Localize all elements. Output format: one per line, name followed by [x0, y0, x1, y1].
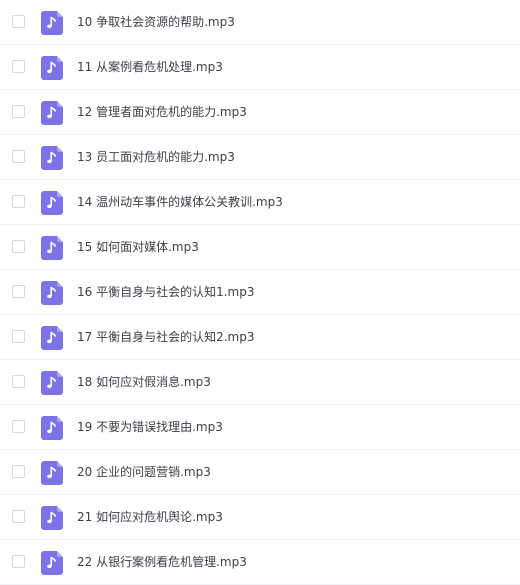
- file-name[interactable]: 22 从银行案例看危机管理.mp3: [77, 553, 247, 571]
- row-checkbox[interactable]: [12, 420, 25, 433]
- audio-file-icon: [41, 191, 63, 215]
- file-name[interactable]: 16 平衡自身与社会的认知1.mp3: [77, 283, 254, 301]
- file-row[interactable]: 21 如何应对危机舆论.mp3: [0, 495, 520, 540]
- row-checkbox[interactable]: [12, 555, 25, 568]
- file-name[interactable]: 21 如何应对危机舆论.mp3: [77, 508, 223, 526]
- file-row[interactable]: 13 员工面对危机的能力.mp3: [0, 135, 520, 180]
- row-checkbox[interactable]: [12, 60, 25, 73]
- file-row[interactable]: 17 平衡自身与社会的认知2.mp3: [0, 315, 520, 360]
- row-checkbox[interactable]: [12, 105, 25, 118]
- file-row[interactable]: 18 如何应对假消息.mp3: [0, 360, 520, 405]
- row-checkbox[interactable]: [12, 510, 25, 523]
- row-checkbox[interactable]: [12, 330, 25, 343]
- audio-file-icon: [41, 461, 63, 485]
- audio-file-icon: [41, 56, 63, 80]
- row-checkbox[interactable]: [12, 465, 25, 478]
- audio-file-icon: [41, 236, 63, 260]
- file-name[interactable]: 13 员工面对危机的能力.mp3: [77, 148, 235, 166]
- file-name[interactable]: 15 如何面对媒体.mp3: [77, 238, 199, 256]
- file-name[interactable]: 11 从案例看危机处理.mp3: [77, 58, 223, 76]
- file-row[interactable]: 19 不要为错误找理由.mp3: [0, 405, 520, 450]
- file-list: 10 争取社会资源的帮助.mp3 11 从案例看危机处理.mp3 12 管理者面…: [0, 0, 520, 585]
- audio-file-icon: [41, 11, 63, 35]
- row-checkbox[interactable]: [12, 285, 25, 298]
- audio-file-icon: [41, 551, 63, 575]
- audio-file-icon: [41, 326, 63, 350]
- row-checkbox[interactable]: [12, 15, 25, 28]
- file-name[interactable]: 10 争取社会资源的帮助.mp3: [77, 13, 235, 31]
- file-row[interactable]: 10 争取社会资源的帮助.mp3: [0, 0, 520, 45]
- row-checkbox[interactable]: [12, 150, 25, 163]
- file-row[interactable]: 16 平衡自身与社会的认知1.mp3: [0, 270, 520, 315]
- file-name[interactable]: 19 不要为错误找理由.mp3: [77, 418, 223, 436]
- audio-file-icon: [41, 146, 63, 170]
- file-name[interactable]: 18 如何应对假消息.mp3: [77, 373, 211, 391]
- file-row[interactable]: 20 企业的问题营销.mp3: [0, 450, 520, 495]
- file-name[interactable]: 12 管理者面对危机的能力.mp3: [77, 103, 247, 121]
- audio-file-icon: [41, 416, 63, 440]
- file-row[interactable]: 22 从银行案例看危机管理.mp3: [0, 540, 520, 585]
- audio-file-icon: [41, 281, 63, 305]
- file-row[interactable]: 15 如何面对媒体.mp3: [0, 225, 520, 270]
- file-row[interactable]: 11 从案例看危机处理.mp3: [0, 45, 520, 90]
- file-name[interactable]: 14 温州动车事件的媒体公关教训.mp3: [77, 193, 283, 211]
- audio-file-icon: [41, 101, 63, 125]
- audio-file-icon: [41, 371, 63, 395]
- audio-file-icon: [41, 506, 63, 530]
- file-row[interactable]: 12 管理者面对危机的能力.mp3: [0, 90, 520, 135]
- file-row[interactable]: 14 温州动车事件的媒体公关教训.mp3: [0, 180, 520, 225]
- file-name[interactable]: 20 企业的问题营销.mp3: [77, 463, 211, 481]
- file-name[interactable]: 17 平衡自身与社会的认知2.mp3: [77, 328, 254, 346]
- row-checkbox[interactable]: [12, 375, 25, 388]
- row-checkbox[interactable]: [12, 195, 25, 208]
- row-checkbox[interactable]: [12, 240, 25, 253]
